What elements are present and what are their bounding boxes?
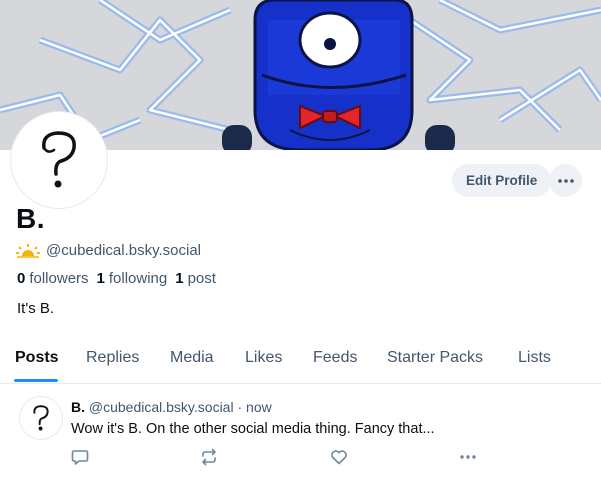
- feed-post[interactable]: B. @cubedical.bsky.social · now Wow it's…: [0, 384, 601, 478]
- post-author-handle[interactable]: @cubedical.bsky.social: [89, 399, 234, 415]
- like-icon: [331, 450, 347, 465]
- post-header: B. @cubedical.bsky.social · now: [71, 399, 272, 415]
- reply-icon: [71, 450, 89, 465]
- profile-tabs: Posts Replies Media Likes Feeds Starter …: [0, 336, 601, 384]
- question-mark-avatar-image: [33, 405, 49, 431]
- post-more-button[interactable]: [457, 446, 479, 468]
- post-separator: ·: [237, 399, 243, 415]
- active-tab-indicator: [14, 379, 58, 382]
- display-name: B.: [16, 203, 45, 234]
- profile-handle[interactable]: @cubedical.bsky.social: [46, 242, 201, 259]
- following-stat[interactable]: 1 following: [97, 270, 168, 287]
- reply-button[interactable]: [69, 446, 91, 468]
- question-mark-avatar-image: [42, 131, 76, 188]
- profile-bio: It's B.: [17, 300, 55, 317]
- followers-count: 0: [17, 270, 26, 287]
- like-button[interactable]: [328, 446, 350, 468]
- post-author-name[interactable]: B.: [71, 399, 85, 415]
- following-label: following: [108, 270, 168, 287]
- profile-stats: 0 followers 1 following 1 post: [17, 270, 216, 287]
- following-count: 1: [96, 270, 105, 287]
- edit-profile-button[interactable]: Edit Profile: [452, 164, 552, 197]
- post-time[interactable]: now: [246, 399, 272, 415]
- posts-count: 1: [175, 270, 184, 287]
- posts-stat: 1 post: [175, 270, 216, 287]
- tab-likes[interactable]: Likes: [245, 349, 282, 367]
- handle-row: @cubedical.bsky.social: [16, 242, 201, 259]
- tab-lists[interactable]: Lists: [518, 349, 551, 367]
- profile-more-button[interactable]: [549, 164, 582, 197]
- repost-icon: [202, 448, 216, 466]
- followers-label: followers: [29, 270, 89, 287]
- sun-emoji-icon: [16, 243, 40, 258]
- ellipsis-icon: [557, 178, 574, 183]
- profile-avatar[interactable]: [11, 112, 107, 208]
- tab-replies[interactable]: Replies: [86, 349, 139, 367]
- more-icon: [460, 455, 476, 459]
- post-author-avatar[interactable]: [19, 396, 63, 440]
- post-text: Wow it's B. On the other social media th…: [71, 421, 435, 437]
- tab-posts[interactable]: Posts: [15, 349, 59, 367]
- tab-media[interactable]: Media: [170, 349, 214, 367]
- profile-page: Edit Profile B. @cubedical.bsky.social 0…: [0, 0, 601, 478]
- repost-button[interactable]: [198, 446, 220, 468]
- followers-stat[interactable]: 0 followers: [17, 270, 89, 287]
- posts-label: post: [187, 270, 216, 287]
- tab-starter-packs[interactable]: Starter Packs: [387, 349, 483, 367]
- tab-feeds[interactable]: Feeds: [313, 349, 357, 367]
